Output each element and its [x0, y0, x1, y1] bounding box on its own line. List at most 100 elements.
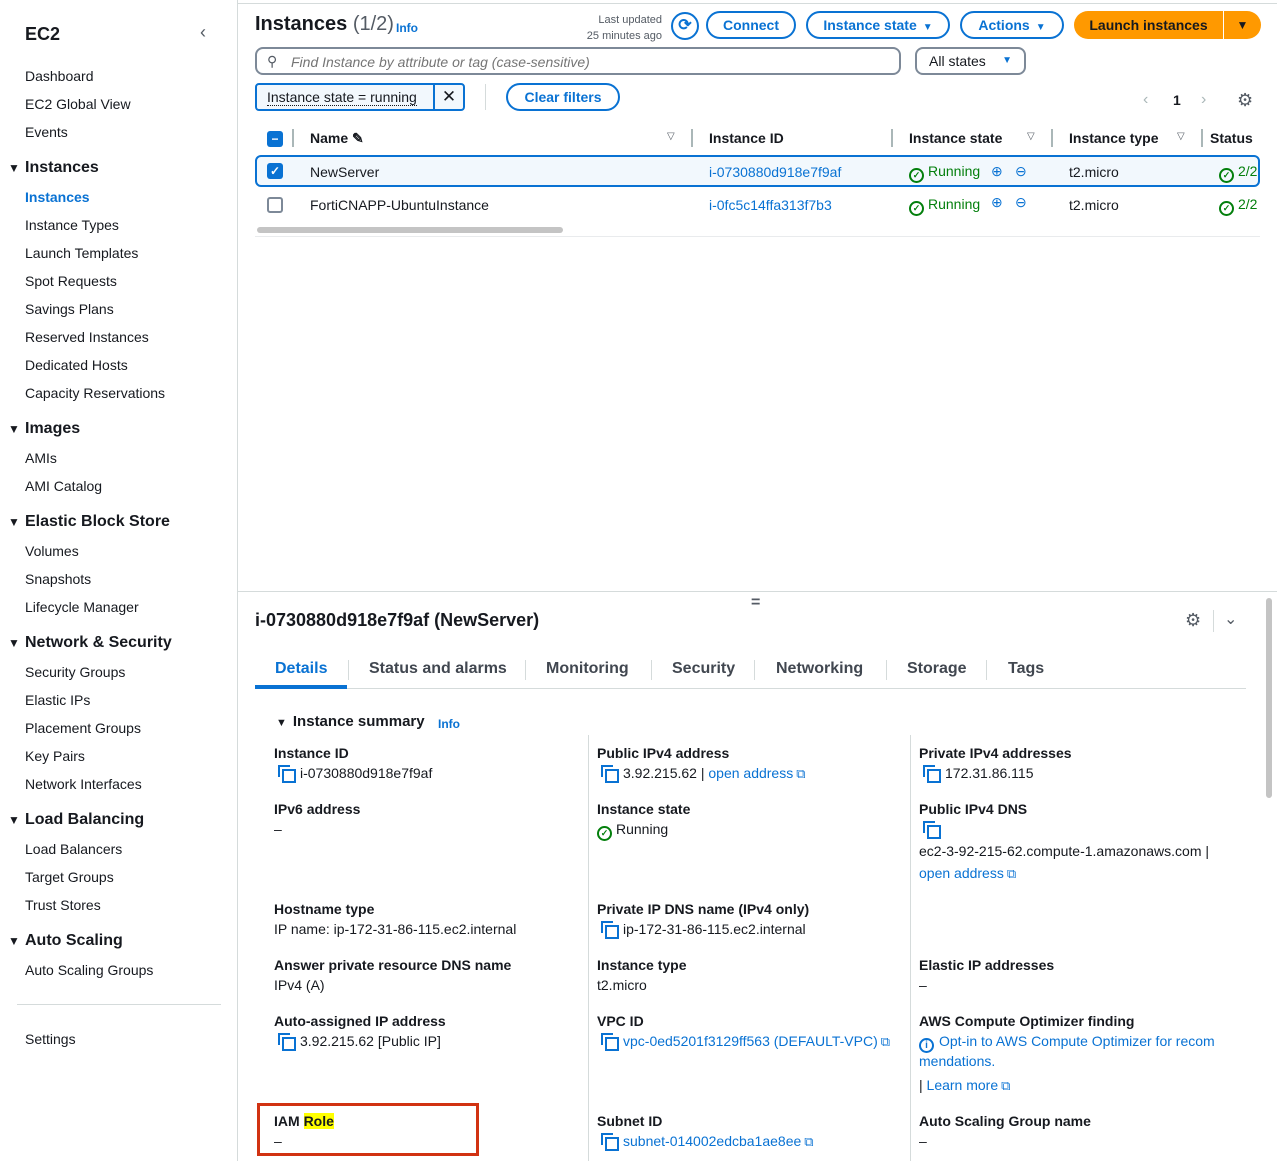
tab-status-alarms[interactable]: Status and alarms: [369, 660, 507, 678]
sidebar-section-images[interactable]: ▼ Images: [8, 420, 80, 438]
prev-page-icon[interactable]: ‹: [1143, 91, 1148, 109]
next-page-icon[interactable]: ›: [1201, 91, 1206, 109]
select-all-checkbox[interactable]: −: [267, 131, 283, 147]
column-header-instance-id[interactable]: Instance ID: [709, 130, 784, 146]
tab-storage[interactable]: Storage: [907, 660, 967, 678]
copy-icon[interactable]: [278, 1033, 296, 1051]
sort-icon[interactable]: ▽: [667, 131, 675, 142]
sidebar-item-spot-requests[interactable]: Spot Requests: [25, 273, 117, 289]
open-address-link[interactable]: open address: [708, 765, 793, 781]
search-input[interactable]: [291, 52, 891, 71]
sidebar-item-lifecycle-manager[interactable]: Lifecycle Manager: [25, 599, 139, 615]
actions-button[interactable]: Actions ▼: [960, 11, 1064, 39]
copy-icon[interactable]: [923, 765, 941, 783]
tab-security[interactable]: Security: [672, 660, 735, 678]
sidebar-item-amis[interactable]: AMIs: [25, 450, 57, 466]
gear-icon[interactable]: ⚙: [1237, 90, 1253, 111]
sidebar-item-dedicated-hosts[interactable]: Dedicated Hosts: [25, 357, 128, 373]
sidebar-item-settings[interactable]: Settings: [25, 1031, 76, 1047]
copy-icon[interactable]: [601, 765, 619, 783]
column-header-status[interactable]: Status: [1210, 130, 1253, 146]
sidebar-item-network-interfaces[interactable]: Network Interfaces: [25, 776, 142, 792]
table-row[interactable]: FortiCNAPP-UbuntuInstance i-0fc5c14ffa31…: [255, 189, 1260, 221]
sidebar-item-reserved-instances[interactable]: Reserved Instances: [25, 329, 149, 345]
sidebar-item-trust-stores[interactable]: Trust Stores: [25, 897, 101, 913]
optimizer-link[interactable]: Opt-in to AWS Compute Optimizer for reco…: [939, 1033, 1215, 1049]
sidebar-item-key-pairs[interactable]: Key Pairs: [25, 748, 85, 764]
sidebar-item-launch-templates[interactable]: Launch Templates: [25, 245, 138, 261]
zoom-in-icon[interactable]: ⊕: [991, 163, 1003, 180]
sidebar-item-savings-plans[interactable]: Savings Plans: [25, 301, 114, 317]
launch-instances-button[interactable]: Launch instances: [1074, 11, 1223, 39]
instance-id-link[interactable]: i-0fc5c14ffa313f7b3: [709, 197, 832, 213]
sidebar-section-ebs[interactable]: ▼ Elastic Block Store: [8, 513, 170, 531]
vertical-scrollbar[interactable]: [1266, 598, 1272, 798]
sort-icon[interactable]: ▽: [1027, 131, 1035, 142]
sidebar-item-global-view[interactable]: EC2 Global View: [25, 96, 131, 112]
sidebar-item-placement-groups[interactable]: Placement Groups: [25, 720, 141, 736]
connect-button[interactable]: Connect: [706, 11, 796, 39]
sort-icon[interactable]: ▽: [1177, 131, 1185, 142]
sidebar-item-auto-scaling-groups[interactable]: Auto Scaling Groups: [25, 962, 153, 978]
column-header-instance-type[interactable]: Instance type: [1069, 130, 1158, 146]
row-checkbox[interactable]: ✓: [267, 163, 283, 179]
summary-info-link[interactable]: Info: [438, 717, 460, 731]
zoom-out-icon[interactable]: ⊖: [1015, 194, 1027, 211]
tab-networking[interactable]: Networking: [776, 660, 863, 678]
copy-icon[interactable]: [601, 1133, 619, 1151]
sidebar-section-instances[interactable]: ▼ Instances: [8, 159, 99, 177]
remove-filter-icon[interactable]: ✕: [433, 83, 463, 111]
sidebar-section-network-security[interactable]: ▼ Network & Security: [8, 634, 172, 652]
tab-monitoring[interactable]: Monitoring: [546, 660, 629, 678]
caret-down-icon: ▼: [8, 813, 20, 827]
copy-icon[interactable]: [601, 921, 619, 939]
sidebar-item-dashboard[interactable]: Dashboard: [25, 68, 94, 84]
sidebar-item-elastic-ips[interactable]: Elastic IPs: [25, 692, 90, 708]
filter-token-label[interactable]: Instance state = running: [267, 89, 417, 106]
refresh-icon[interactable]: ⟳: [671, 12, 699, 40]
tab-details[interactable]: Details: [275, 660, 327, 678]
sidebar-item-instance-types[interactable]: Instance Types: [25, 217, 119, 233]
chevron-down-icon[interactable]: ⌄: [1224, 609, 1237, 629]
sidebar-item-capacity-reservations[interactable]: Capacity Reservations: [25, 385, 165, 401]
instance-state-button[interactable]: Instance state ▼: [806, 11, 950, 39]
collapse-sidebar-icon[interactable]: ‹: [200, 22, 206, 43]
sidebar-section-auto-scaling[interactable]: ▼ Auto Scaling: [8, 932, 123, 950]
gear-icon[interactable]: ⚙: [1185, 610, 1201, 631]
sidebar-item-ami-catalog[interactable]: AMI Catalog: [25, 478, 102, 494]
elastic-ip-value: –: [919, 977, 927, 993]
table-row[interactable]: ✓ NewServer i-0730880d918e7f9af ✓ Running…: [255, 155, 1260, 187]
sidebar-item-snapshots[interactable]: Snapshots: [25, 571, 91, 587]
column-header-instance-state[interactable]: Instance state: [909, 130, 1002, 146]
zoom-out-icon[interactable]: ⊖: [1015, 163, 1027, 180]
sidebar-item-load-balancers[interactable]: Load Balancers: [25, 841, 122, 857]
vpc-link[interactable]: vpc-0ed5201f3129ff563 (DEFAULT-VPC): [623, 1033, 878, 1049]
info-link[interactable]: Info: [396, 21, 418, 35]
sidebar-item-events[interactable]: Events: [25, 124, 68, 140]
sidebar-item-target-groups[interactable]: Target Groups: [25, 869, 114, 885]
horizontal-scrollbar[interactable]: [257, 227, 563, 233]
row-checkbox[interactable]: [267, 197, 283, 213]
open-address-link[interactable]: open address: [919, 865, 1004, 881]
clear-filters-button[interactable]: Clear filters: [506, 83, 620, 111]
copy-icon[interactable]: [601, 1033, 619, 1051]
sidebar-section-load-balancing[interactable]: ▼ Load Balancing: [8, 811, 144, 829]
sidebar-item-instances[interactable]: Instances: [25, 189, 90, 205]
zoom-in-icon[interactable]: ⊕: [991, 194, 1003, 211]
column-header-name[interactable]: Name ✎: [310, 130, 364, 147]
sidebar-item-volumes[interactable]: Volumes: [25, 543, 79, 559]
search-box[interactable]: ⚲: [255, 47, 901, 75]
learn-more-link[interactable]: Learn more: [927, 1077, 999, 1093]
page-number[interactable]: 1: [1173, 92, 1181, 108]
launch-dropdown-icon[interactable]: ▼: [1223, 11, 1261, 39]
copy-icon[interactable]: [278, 765, 296, 783]
state-select[interactable]: All states ▼: [915, 47, 1026, 75]
sidebar-item-security-groups[interactable]: Security Groups: [25, 664, 125, 680]
copy-icon[interactable]: [923, 821, 941, 839]
caret-down-icon: ▼: [8, 161, 20, 175]
instance-id-link[interactable]: i-0730880d918e7f9af: [709, 164, 841, 180]
tab-tags[interactable]: Tags: [1008, 660, 1044, 678]
instance-summary-header[interactable]: ▼ Instance summary: [276, 713, 425, 730]
subnet-link[interactable]: subnet-014002edcba1ae8ee: [623, 1133, 801, 1149]
drag-handle-icon[interactable]: =: [751, 594, 760, 612]
